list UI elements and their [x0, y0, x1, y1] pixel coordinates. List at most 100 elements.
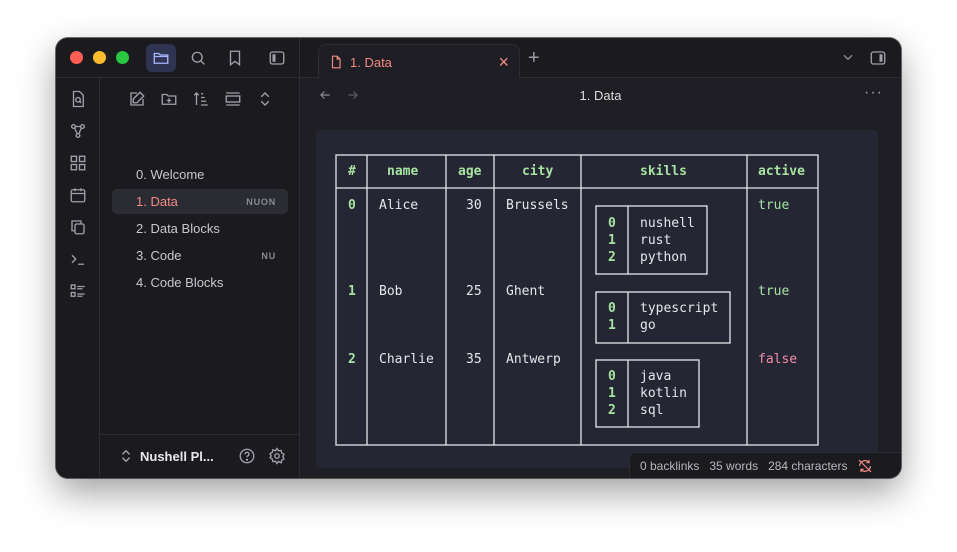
settings-button[interactable] [268, 447, 286, 465]
sidebar-left-icon [269, 51, 285, 65]
search-icon [191, 51, 205, 65]
help-icon [239, 448, 255, 464]
skill-index: 1 [608, 386, 616, 401]
vault-name[interactable]: Nushell Pl... [140, 449, 214, 464]
column-header: city [522, 164, 554, 179]
skill-index: 1 [608, 318, 616, 333]
reveal-icon [225, 92, 241, 106]
cell-age: 30 [466, 198, 482, 213]
calendar-icon[interactable] [69, 186, 87, 204]
ribbon [56, 78, 100, 478]
file-item-data[interactable]: 1. Data NUON [112, 189, 288, 214]
close-window-button[interactable] [70, 51, 83, 64]
new-folder-button[interactable] [160, 90, 178, 108]
nushell-table-output: # name age city skills active 0 Alice 30… [316, 130, 878, 468]
toggle-left-sidebar-button[interactable] [262, 44, 292, 72]
tab-list-button[interactable] [841, 50, 855, 64]
new-note-button[interactable] [128, 90, 146, 108]
row-index: 2 [348, 352, 356, 367]
zoom-window-button[interactable] [116, 51, 129, 64]
skill-index: 2 [608, 403, 616, 418]
skill-value: kotlin [640, 386, 687, 401]
vault-switcher-button[interactable] [120, 449, 132, 463]
status-bar: 0 backlinks 35 words 284 characters [629, 452, 901, 478]
chevrons-up-down-icon [122, 449, 130, 463]
cell-age: 35 [466, 352, 482, 367]
column-header: # [348, 164, 356, 179]
skill-value: sql [640, 403, 664, 418]
sync-status-button[interactable] [857, 458, 873, 474]
cell-city: Antwerp [506, 352, 561, 367]
file-extension-badge: NU [261, 250, 276, 261]
collapse-all-button[interactable] [256, 90, 274, 108]
skill-value: rust [640, 233, 672, 248]
column-header: skills [640, 164, 687, 179]
file-name: 1. Data [136, 194, 178, 209]
file-item-code[interactable]: 3. Code NU [112, 243, 288, 268]
copy-icon[interactable] [69, 218, 87, 236]
cell-name: Bob [379, 284, 403, 299]
chevron-down-icon [843, 54, 853, 61]
file-item-code-blocks[interactable]: 4. Code Blocks [112, 270, 288, 295]
editor-pane: 1. Data ··· # name age city skills activ… [300, 78, 901, 478]
gear-icon [269, 447, 285, 465]
toggle-right-sidebar-button[interactable] [869, 49, 887, 67]
chevrons-up-down-icon [260, 92, 270, 106]
skill-index: 0 [608, 301, 616, 316]
word-count: 35 words [709, 458, 759, 473]
file-name: 3. Code [136, 248, 182, 263]
cell-active: true [758, 198, 790, 213]
minimize-window-button[interactable] [93, 51, 106, 64]
file-name: 4. Code Blocks [136, 275, 224, 290]
close-tab-icon[interactable]: × [498, 53, 509, 71]
tab-bar: 1. Data × + [300, 38, 901, 79]
file-explorer: 0. Welcome 1. Data NUON 2. Data Blocks 3… [100, 78, 300, 478]
folder-plus-icon [161, 93, 177, 105]
terminal-icon[interactable] [69, 250, 87, 268]
cell-name: Charlie [379, 352, 434, 367]
tab-label: 1. Data [350, 54, 392, 70]
file-icon [329, 55, 343, 69]
cell-active: false [758, 352, 798, 367]
vault-bar: Nushell Pl... [100, 434, 299, 478]
sidebar-right-icon [870, 51, 886, 65]
bookmarks-view-button[interactable] [220, 44, 250, 72]
graph-view-icon[interactable] [69, 122, 87, 140]
column-header: age [458, 164, 482, 179]
more-options-button[interactable]: ··· [864, 84, 883, 102]
edit-icon [130, 91, 145, 106]
file-extension-badge: NUON [246, 196, 276, 207]
files-view-button[interactable] [146, 44, 176, 72]
canvas-icon[interactable] [69, 154, 87, 172]
character-count: 284 characters [768, 458, 848, 473]
skill-value: python [640, 250, 687, 265]
folder-icon [153, 52, 169, 64]
new-tab-button[interactable]: + [528, 48, 540, 68]
skill-value: nushell [640, 216, 695, 231]
backlinks-count[interactable]: 0 backlinks [640, 459, 699, 473]
auto-reveal-button[interactable] [224, 90, 242, 108]
cell-city: Brussels [506, 198, 569, 213]
row-index: 1 [348, 284, 356, 299]
checklist-icon[interactable] [69, 282, 87, 300]
file-name: 2. Data Blocks [136, 221, 220, 236]
row-index: 0 [348, 198, 356, 213]
cell-age: 25 [466, 284, 482, 299]
file-item-data-blocks[interactable]: 2. Data Blocks [112, 216, 288, 241]
skill-index: 0 [608, 369, 616, 384]
skill-value: java [640, 369, 672, 384]
column-header: active [758, 164, 805, 179]
quick-switcher-icon[interactable] [69, 90, 87, 108]
file-item-welcome[interactable]: 0. Welcome [112, 162, 288, 187]
search-view-button[interactable] [183, 44, 213, 72]
file-name: 0. Welcome [136, 167, 205, 182]
skill-index: 1 [608, 233, 616, 248]
view-title: 1. Data [579, 88, 622, 103]
sort-button[interactable] [192, 90, 210, 108]
tab-data[interactable]: 1. Data × [318, 44, 520, 79]
bookmark-icon [229, 50, 241, 67]
skill-value: go [640, 318, 656, 333]
skill-index: 0 [608, 216, 616, 231]
app-window: 1. Data × + 0. Welcome 1. Data NUON 2. D… [56, 38, 901, 478]
help-button[interactable] [238, 447, 256, 465]
